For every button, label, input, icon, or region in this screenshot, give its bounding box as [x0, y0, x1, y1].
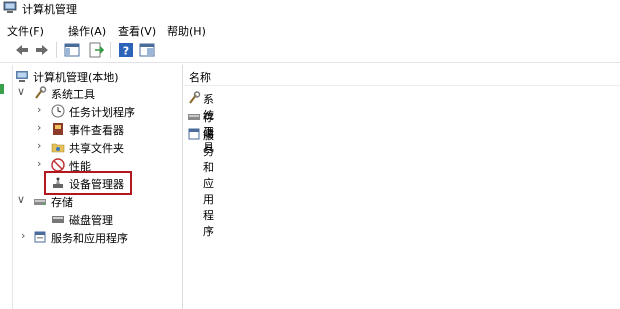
properties-icon[interactable] — [139, 42, 155, 58]
tree-item-disk-management[interactable]: 磁盘管理 — [15, 211, 175, 227]
tree-item-label: 共享文件夹 — [69, 142, 124, 155]
chevron-down-icon[interactable]: ∨ — [17, 193, 25, 206]
show-hide-tree-icon[interactable] — [64, 42, 80, 58]
event-viewer-icon — [53, 123, 63, 135]
clock-icon — [51, 104, 65, 118]
chevron-down-icon[interactable]: ∨ — [17, 85, 25, 98]
chevron-right-icon[interactable]: › — [37, 103, 41, 116]
help-icon[interactable]: ? — [118, 42, 134, 58]
storage-icon — [188, 114, 200, 120]
tree-item-shared-folders[interactable]: › 共享文件夹 — [15, 139, 175, 155]
computer-management-icon — [16, 71, 28, 82]
computer-management-icon — [3, 1, 17, 13]
menu-file[interactable]: 文件(F) — [7, 23, 44, 39]
tree-item-label: 事件查看器 — [69, 124, 124, 137]
content-pane: 名称 系统工具 存储 服务和应用程序 — [183, 65, 620, 309]
tree-item-label: 存储 — [51, 196, 73, 209]
export-list-icon[interactable] — [88, 42, 104, 58]
tree-item-label: 任务计划程序 — [69, 106, 135, 119]
chevron-right-icon[interactable]: › — [37, 139, 41, 152]
tools-icon — [35, 86, 47, 99]
tree-item-event-viewer[interactable]: › 事件查看器 — [15, 121, 175, 137]
menu-action[interactable]: 操作(A) — [68, 23, 106, 39]
tree-item-storage[interactable]: ∨ 存储 — [15, 193, 175, 209]
tree-item-label: 系统工具 — [51, 88, 95, 101]
toolbar: ? — [0, 38, 620, 94]
tree-item-label: 计算机管理(本地) — [33, 71, 119, 84]
menu-help[interactable]: 帮助(H) — [167, 23, 206, 39]
services-icon — [188, 128, 200, 140]
performance-icon — [51, 158, 65, 172]
tree-item-system-tools[interactable]: ∨ 系统工具 — [15, 85, 175, 101]
menu-view[interactable]: 查看(V) — [118, 23, 156, 39]
tree-item-label: 磁盘管理 — [69, 214, 113, 227]
shared-folder-icon — [51, 143, 65, 153]
chevron-right-icon[interactable]: › — [37, 121, 41, 134]
menu-bar: 文件(F) 操作(A) 查看(V) 帮助(H) — [0, 20, 620, 38]
title-bar: 计算机管理 — [0, 0, 620, 18]
tree-item-task-scheduler[interactable]: › 任务计划程序 — [15, 103, 175, 119]
disk-management-icon — [52, 216, 64, 223]
tools-icon — [189, 91, 201, 104]
highlight-box — [44, 171, 132, 195]
tree-item-root[interactable]: 计算机管理(本地) — [15, 68, 175, 84]
forward-icon[interactable] — [34, 42, 50, 58]
column-header-label: 名称 — [189, 71, 211, 84]
column-header-name[interactable]: 名称 — [183, 65, 620, 86]
tree-item-services-apps[interactable]: › 服务和应用程序 — [15, 229, 175, 245]
window-edge-artifact — [0, 84, 4, 94]
services-icon — [34, 231, 46, 243]
chevron-right-icon[interactable]: › — [37, 157, 41, 170]
toolbar-separator — [56, 42, 57, 58]
chevron-right-icon[interactable]: › — [21, 229, 25, 242]
list-item-label: 服务和应用程序 — [203, 129, 214, 238]
toolbar-separator — [110, 42, 111, 58]
storage-icon — [34, 199, 46, 205]
window-title: 计算机管理 — [22, 3, 77, 16]
tree-item-label: 服务和应用程序 — [51, 232, 128, 245]
back-icon[interactable] — [14, 42, 30, 58]
svg-text:?: ? — [123, 45, 129, 58]
